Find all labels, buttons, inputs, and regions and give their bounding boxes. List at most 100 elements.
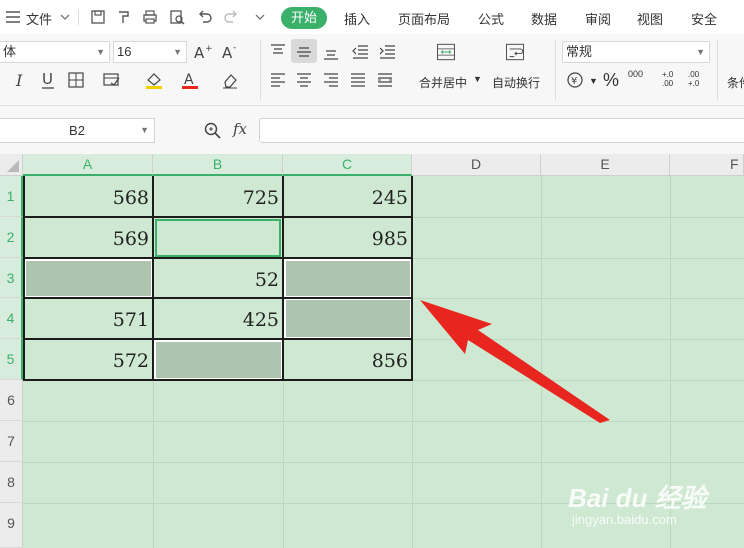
tab-formulas[interactable]: 公式 [478,9,504,28]
font-grow-icon[interactable]: A + [193,42,213,62]
hamburger-menu-icon[interactable] [4,8,22,26]
formula-input[interactable] [259,118,744,143]
cell-a1[interactable]: 568 [23,176,153,217]
row-header-1[interactable]: 1 [0,176,23,217]
gridline [23,462,744,463]
wrap-text-icon[interactable] [505,42,531,68]
align-center-icon[interactable] [294,70,314,90]
tab-security[interactable]: 安全 [691,9,717,28]
align-middle-icon[interactable] [294,42,314,62]
tab-page-layout[interactable]: 页面布局 [398,9,450,28]
tab-data[interactable]: 数据 [531,9,557,28]
decrease-indent-icon[interactable] [350,42,370,62]
cell-c1[interactable]: 245 [283,176,412,217]
increase-decimal-button[interactable]: +.0 .00 [662,70,678,88]
align-left-icon[interactable] [268,70,288,90]
underline-icon[interactable]: U [38,70,58,90]
row-header-8[interactable]: 8 [0,462,23,503]
save-icon[interactable] [89,8,107,26]
align-right-icon[interactable] [321,70,341,90]
column-header-e[interactable]: E [541,154,670,176]
cell-style-icon[interactable] [102,70,122,90]
conditional-format-button[interactable]: 条件 [727,74,744,91]
cell-a4[interactable]: 571 [23,298,153,339]
wrap-text-button[interactable]: 自动换行 [492,74,540,91]
row-header-9[interactable]: 9 [0,503,23,548]
cell-a2[interactable]: 569 [23,217,153,258]
merge-center-button[interactable]: 合并居中 [419,74,467,91]
row-header-4[interactable]: 4 [0,298,23,339]
cell-c2[interactable]: 985 [283,217,412,258]
tab-view[interactable]: 视图 [637,9,663,28]
font-size-select[interactable]: 16 ▼ [113,41,187,63]
currency-icon[interactable]: ¥ [566,70,586,90]
font-size-value: 16 [117,44,132,59]
cell-a5[interactable]: 572 [23,339,153,380]
percent-button[interactable]: % [603,70,619,91]
print-preview-icon[interactable] [168,8,186,26]
italic-icon[interactable]: I [10,70,30,90]
empty-cell-a3[interactable] [24,259,153,298]
quick-access-more-chevron-icon[interactable] [251,8,265,26]
border-icon[interactable] [66,70,86,90]
row-header-2[interactable]: 2 [0,217,23,258]
align-top-icon[interactable] [268,42,288,62]
zoom-search-icon[interactable] [203,121,223,141]
menu-bar: 文件 开始 插入 页面布局 公式 数据 审阅 视图 安全 [0,0,744,34]
merge-dropdown-icon[interactable]: ▼ [473,74,482,84]
column-header-f[interactable]: F [670,154,744,176]
number-format-select[interactable]: 常规 ▼ [562,41,710,63]
file-menu[interactable]: 文件 [26,9,52,28]
svg-text:+: + [205,44,213,54]
formula-bar: B2 ▼ fx [0,106,744,154]
distributed-align-icon[interactable] [375,70,395,90]
empty-cell-c3[interactable] [284,259,412,298]
gridline [541,176,542,548]
file-dropdown-chevron-icon[interactable] [56,8,70,26]
font-shrink-icon[interactable]: A- [221,42,241,62]
format-painter-icon[interactable] [115,8,133,26]
ribbon-toolbar: 体 ▼ 16 ▼ A + A- I U A 合并居中 ▼ 自动换行 常规 ▼ ¥… [0,34,744,106]
number-format-value: 常规 [566,44,593,59]
empty-cell-c4[interactable] [284,298,412,339]
merge-center-icon[interactable] [436,42,462,68]
cell-c5[interactable]: 856 [283,339,412,380]
font-name-select[interactable]: 体 ▼ [0,41,110,63]
column-header-c[interactable]: C [283,154,412,176]
cell-b4[interactable]: 425 [153,298,283,339]
column-header-d[interactable]: D [412,154,541,176]
increase-indent-icon[interactable] [377,42,397,62]
row-header-3[interactable]: 3 [0,258,23,298]
decrease-decimal-button[interactable]: .00 +.0 [688,70,704,88]
number-format-dropdown-icon: ▼ [696,47,705,57]
row-header-6[interactable]: 6 [0,380,23,421]
divider [78,9,79,25]
cell-b1[interactable]: 725 [153,176,283,217]
svg-text:U: U [42,70,53,88]
justify-icon[interactable] [348,70,368,90]
table-border [23,176,25,380]
tab-review[interactable]: 审阅 [585,9,611,28]
insert-function-button[interactable]: fx [233,120,247,138]
gridline [23,421,744,422]
undo-icon[interactable] [196,8,214,26]
cell-b2[interactable] [153,217,283,258]
fill-color-icon[interactable] [144,70,164,90]
name-box[interactable]: B2 ▼ [0,118,155,143]
clear-format-icon[interactable] [220,70,240,90]
tab-home[interactable]: 开始 [281,7,327,29]
row-header-7[interactable]: 7 [0,421,23,462]
select-all-corner[interactable] [0,154,23,176]
column-header-a[interactable]: A [23,154,153,176]
print-icon[interactable] [141,8,159,26]
thousand-separator-button[interactable]: 000 [628,70,643,79]
cell-b3[interactable]: 52 [153,258,283,298]
currency-dropdown-icon[interactable]: ▼ [589,76,598,86]
column-header-b[interactable]: B [153,154,283,176]
row-header-5[interactable]: 5 [0,339,23,380]
font-color-icon[interactable]: A [180,70,200,90]
tab-insert[interactable]: 插入 [344,9,370,28]
align-bottom-icon[interactable] [321,42,341,62]
empty-cell-b5[interactable] [154,340,283,380]
redo-icon[interactable] [222,8,240,26]
